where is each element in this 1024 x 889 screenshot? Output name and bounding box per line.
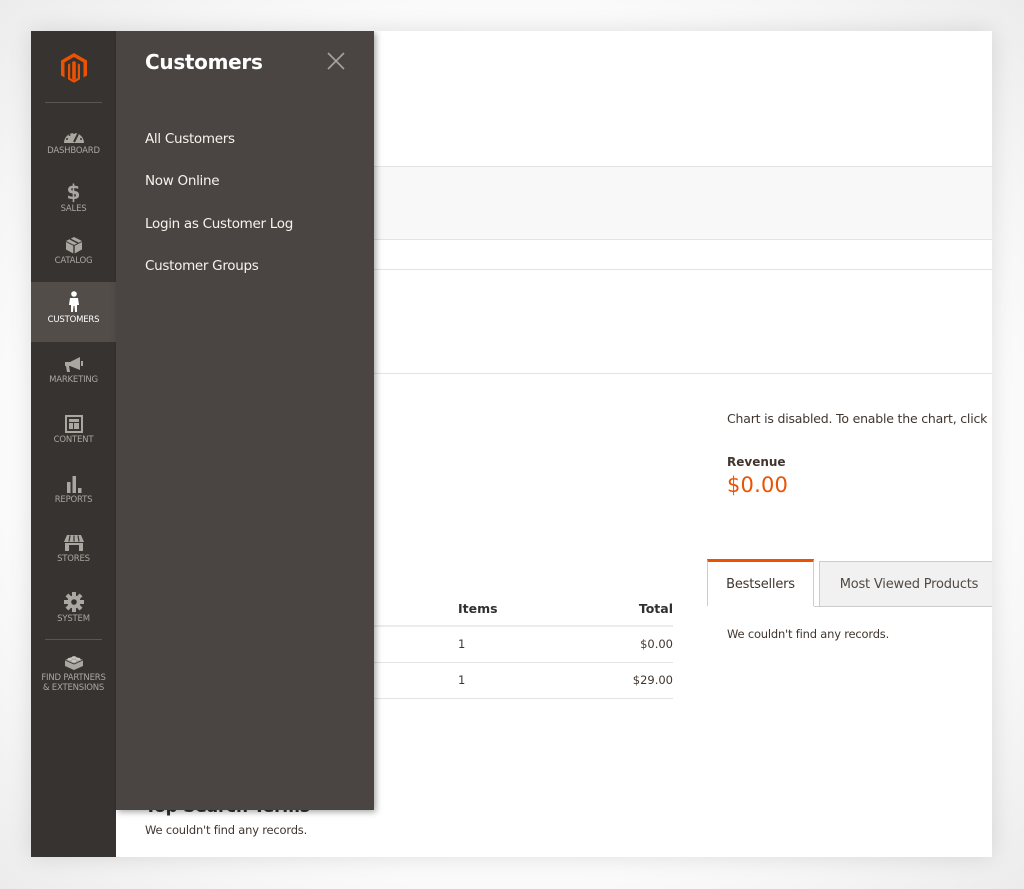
- revenue-label: Revenue: [727, 455, 786, 469]
- submenu-link-all-customers[interactable]: All Customers: [145, 131, 235, 147]
- gear-icon: [63, 590, 84, 612]
- table-header: Items Total: [373, 591, 673, 627]
- column-header-items: Items: [458, 601, 498, 616]
- nav-item-find-partners[interactable]: Find Partners & Extensions: [31, 640, 116, 700]
- tab-empty-message: We couldn't find any records.: [727, 627, 890, 641]
- table-row[interactable]: 1 $29.00: [373, 663, 673, 699]
- close-icon[interactable]: [325, 50, 347, 72]
- lego-brick-icon: [64, 649, 84, 671]
- tabs-baseline: [814, 606, 992, 607]
- submenu-link-login-as-customer-log[interactable]: Login as Customer Log: [145, 216, 293, 232]
- nav-item-content[interactable]: Content: [31, 402, 116, 462]
- customers-submenu: Customers All Customers Now Online Login…: [116, 31, 374, 810]
- admin-window: d of your business' performance, using o…: [31, 31, 992, 857]
- tab-most-viewed-products[interactable]: Most Viewed Products: [819, 561, 992, 606]
- column-header-total: Total: [638, 601, 673, 616]
- chart-disabled-message: Chart is disabled. To enable the chart, …: [727, 411, 988, 426]
- nav-item-marketing[interactable]: Marketing: [31, 342, 116, 402]
- nav-item-stores[interactable]: Stores: [31, 521, 116, 581]
- nav-item-catalog[interactable]: Catalog: [31, 223, 116, 283]
- cell-items: 1: [458, 673, 466, 687]
- nav-item-reports[interactable]: Reports: [31, 462, 116, 522]
- magento-logo[interactable]: [31, 31, 116, 104]
- tab-bestsellers[interactable]: Bestsellers: [707, 559, 814, 606]
- bar-chart-icon: [65, 471, 83, 493]
- dashboard-gauge-icon: [63, 122, 85, 144]
- box-icon: [65, 232, 83, 254]
- submenu-link-customer-groups[interactable]: Customer Groups: [145, 258, 259, 274]
- submenu-link-now-online[interactable]: Now Online: [145, 173, 220, 189]
- person-icon: [68, 291, 80, 313]
- top-search-terms-empty: We couldn't find any records.: [145, 823, 308, 837]
- submenu-title: Customers: [145, 50, 263, 74]
- nav-item-dashboard[interactable]: Dashboard: [31, 113, 116, 173]
- last-orders-table: Items Total 1 $0.00 1 $29.00: [373, 591, 673, 699]
- revenue-value: $0.00: [727, 473, 789, 497]
- nav-item-customers[interactable]: Customers: [31, 282, 116, 342]
- cell-total: $0.00: [640, 637, 673, 651]
- product-tabs: Bestsellers Most Viewed Products: [707, 559, 992, 607]
- nav-item-sales[interactable]: $ Sales: [31, 171, 116, 231]
- cell-total: $29.00: [632, 673, 673, 687]
- dollar-icon: $: [66, 180, 81, 204]
- admin-sidebar: Dashboard $ Sales Catalog Customers Mark…: [31, 31, 116, 857]
- magento-logo-icon: [60, 52, 87, 83]
- table-row[interactable]: 1 $0.00: [373, 627, 673, 663]
- nav-item-system[interactable]: System: [31, 581, 116, 641]
- nav-divider: [45, 102, 102, 103]
- cell-items: 1: [458, 637, 466, 651]
- megaphone-icon: [64, 351, 84, 373]
- storefront-icon: [63, 530, 85, 552]
- layout-icon: [64, 411, 83, 433]
